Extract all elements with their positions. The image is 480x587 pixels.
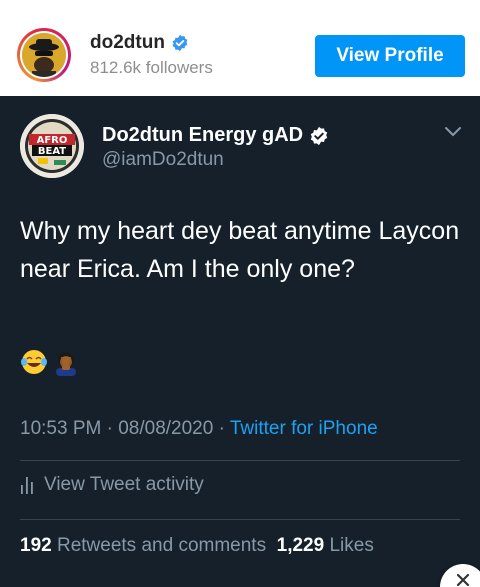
verified-badge-icon [310,126,328,145]
retweet-count[interactable]: 192 [20,535,52,556]
tweet-emojis [20,348,80,376]
verified-badge-icon [172,34,188,52]
view-tweet-activity-link[interactable]: View Tweet activity [20,474,204,496]
tweet-stats: 192 Retweets and comments 1,229 Likes [20,535,374,557]
avatar-logo-line-1: AFRO [37,135,68,146]
tweet-source-link[interactable]: Twitter for iPhone [230,418,378,439]
tweet-handle[interactable]: @iamDo2dtun [102,149,224,171]
tweet-card: AFRO BEAT Do2dtun Energy gAD @iamDo2dtun… [0,96,480,587]
face-with-tears-of-joy-icon [21,350,47,374]
profile-avatar[interactable] [17,28,71,82]
instagram-username[interactable]: do2dtun [90,32,165,54]
view-tweet-activity-label: View Tweet activity [44,474,204,495]
tweet-timestamp: 10:53 PM · 08/08/2020 · Twitter for iPho… [20,418,378,439]
tweet-display-name[interactable]: Do2dtun Energy gAD [102,124,303,147]
person-facepalming-icon [56,352,76,376]
analytics-bars-icon [21,477,33,494]
tweet-text: Why my heart dey beat anytime Laycon nea… [20,217,460,283]
divider [20,519,460,520]
likes-count[interactable]: 1,229 [277,535,325,556]
tweet-author-avatar[interactable]: AFRO BEAT [20,114,84,178]
chevron-down-icon[interactable] [444,126,462,138]
avatar-logo-line-2: BEAT [38,146,66,157]
divider [20,460,460,461]
instagram-embed-header: do2dtun 812.6k followers View Profile [0,0,480,96]
likes-label[interactable]: Likes [329,535,373,556]
follower-count: 812.6k followers [90,58,213,77]
view-profile-button[interactable]: View Profile [315,35,465,77]
avatar-image [22,33,66,77]
tweet-date[interactable]: 08/08/2020 [118,418,213,439]
close-icon [456,573,470,587]
retweets-label[interactable]: Retweets and comments [57,535,266,556]
tweet-time[interactable]: 10:53 PM [20,418,101,439]
